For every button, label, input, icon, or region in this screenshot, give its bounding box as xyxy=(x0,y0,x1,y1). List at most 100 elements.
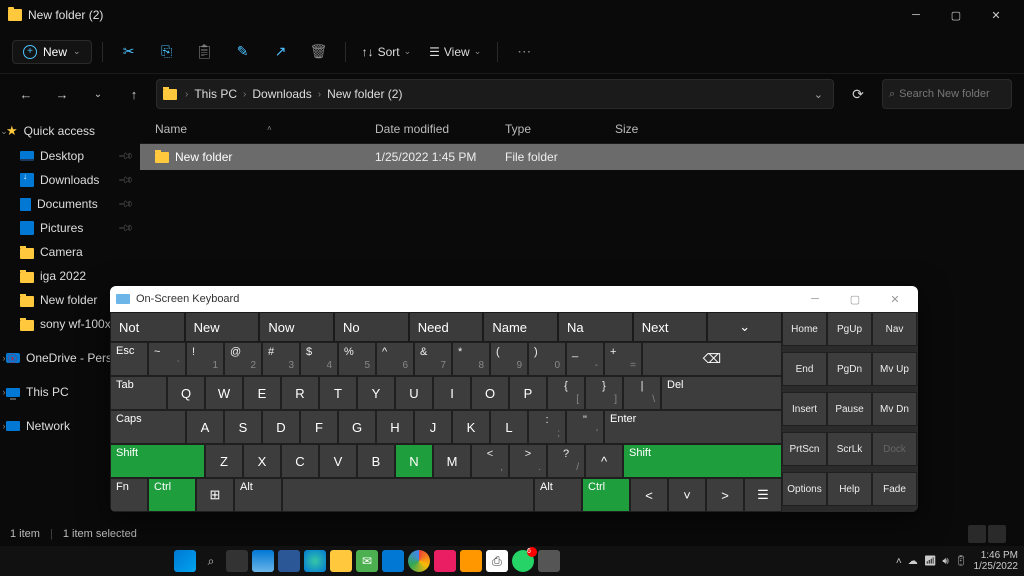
osk-key-left[interactable]: < xyxy=(630,478,668,512)
osk-key[interactable]: %5 xyxy=(338,342,376,376)
osk-key[interactable]: D xyxy=(262,410,300,444)
osk-key[interactable]: *8 xyxy=(452,342,490,376)
taskview-button[interactable] xyxy=(226,550,248,572)
chevron-up-icon[interactable]: ˄ xyxy=(896,556,902,567)
osk-key-ctrl-right[interactable]: Ctrl xyxy=(582,478,630,512)
osk-key-del[interactable]: Del xyxy=(661,376,782,410)
new-button[interactable]: + New ⌄ xyxy=(12,40,92,64)
osk-suggestion-toggle[interactable]: ⌄ xyxy=(707,312,782,342)
taskbar-app[interactable]: ⎙ xyxy=(486,550,508,572)
taskbar-app[interactable] xyxy=(460,550,482,572)
osk-key[interactable]: &7 xyxy=(414,342,452,376)
clock[interactable]: 1:46 PM 1/25/2022 xyxy=(973,550,1018,572)
col-date[interactable]: Date modified xyxy=(375,122,505,136)
osk-key[interactable]: <, xyxy=(471,444,509,478)
osk-suggestion[interactable]: No xyxy=(334,312,409,342)
osk-key[interactable]: {[ xyxy=(547,376,585,410)
osk-key[interactable]: }] xyxy=(585,376,623,410)
osk-key[interactable]: _- xyxy=(566,342,604,376)
osk-key-shift-left[interactable]: Shift xyxy=(110,444,205,478)
osk-key[interactable]: R xyxy=(281,376,319,410)
sidebar-item-pictures[interactable]: Pictures📌︎ xyxy=(0,216,140,240)
cut-icon[interactable]: ✂ xyxy=(113,38,145,66)
osk-key[interactable]: >. xyxy=(509,444,547,478)
file-row[interactable]: New folder 1/25/2022 1:45 PM File folder xyxy=(140,144,1024,170)
osk-key[interactable]: ?/ xyxy=(547,444,585,478)
start-button[interactable] xyxy=(174,550,196,572)
osk-key[interactable]: U xyxy=(395,376,433,410)
osk-key[interactable]: W xyxy=(205,376,243,410)
osk-key[interactable]: N xyxy=(395,444,433,478)
osk-key[interactable]: G xyxy=(338,410,376,444)
osk-key[interactable]: $4 xyxy=(300,342,338,376)
osk-key-end[interactable]: End xyxy=(782,352,827,386)
sidebar-item-downloads[interactable]: Downloads📌︎ xyxy=(0,168,140,192)
osk-key[interactable]: ~` xyxy=(148,342,186,376)
osk-close-button[interactable]: ✕ xyxy=(878,293,912,306)
osk-key-options[interactable]: Options xyxy=(782,472,827,506)
osk-suggestion[interactable]: Now xyxy=(259,312,334,342)
osk-titlebar[interactable]: On-Screen Keyboard ─ ▢ ✕ xyxy=(110,286,918,312)
taskbar-app[interactable] xyxy=(278,550,300,572)
minimize-button[interactable]: ─ xyxy=(896,1,936,29)
osk-key-shift-right[interactable]: Shift xyxy=(623,444,782,478)
osk-key[interactable]: ^ xyxy=(585,444,623,478)
osk-key[interactable]: (9 xyxy=(490,342,528,376)
copy-icon[interactable]: ⎘ xyxy=(151,38,183,66)
sidebar-quick-access[interactable]: ★ Quick access xyxy=(0,118,140,144)
osk-key-help[interactable]: Help xyxy=(827,472,872,506)
osk-key[interactable]: :; xyxy=(528,410,566,444)
close-button[interactable]: ✕ xyxy=(976,1,1016,29)
osk-key[interactable]: Q xyxy=(167,376,205,410)
osk-key[interactable]: O xyxy=(471,376,509,410)
breadcrumb-item[interactable]: This PC xyxy=(194,87,237,101)
view-button[interactable]: ☰ View ⌄ xyxy=(423,45,487,59)
osk-key-prtscn[interactable]: PrtScn xyxy=(782,432,827,466)
osk-key-menu[interactable]: ☰ xyxy=(744,478,782,512)
osk-key[interactable]: )0 xyxy=(528,342,566,376)
osk-key-down[interactable]: ˅ xyxy=(668,478,706,512)
osk-key-right[interactable]: > xyxy=(706,478,744,512)
refresh-button[interactable]: ⟳ xyxy=(842,79,874,109)
battery-icon[interactable]: 🔋︎ xyxy=(955,556,968,567)
osk-key-space[interactable] xyxy=(282,478,534,512)
osk-key[interactable]: C xyxy=(281,444,319,478)
search-input[interactable]: ⌕ Search New folder xyxy=(882,79,1012,109)
system-tray[interactable]: ˄ ☁ 📶︎ 🔊︎ 🔋︎ 1:46 PM 1/25/2022 xyxy=(896,550,1018,572)
osk-key-mvdn[interactable]: Mv Dn xyxy=(872,392,917,426)
sidebar-item-camera[interactable]: Camera xyxy=(0,240,140,264)
osk-key[interactable]: P xyxy=(509,376,547,410)
breadcrumb-item[interactable]: Downloads xyxy=(252,87,311,101)
volume-icon[interactable]: 🔊︎ xyxy=(942,556,948,567)
osk-key[interactable]: Z xyxy=(205,444,243,478)
sidebar-item-iga[interactable]: iga 2022 xyxy=(0,264,140,288)
forward-button[interactable]: → xyxy=(48,80,76,108)
osk-key[interactable]: X xyxy=(243,444,281,478)
sort-button[interactable]: ↑↓ Sort ⌄ xyxy=(356,45,418,59)
osk-key-caps[interactable]: Caps xyxy=(110,410,186,444)
osk-key-nav[interactable]: Nav xyxy=(872,312,917,346)
address-bar[interactable]: › This PC › Downloads › New folder (2) ⌄ xyxy=(156,79,834,109)
view-icons-button[interactable] xyxy=(988,525,1006,543)
col-name[interactable]: Name˄ xyxy=(140,122,375,136)
osk-key-enter[interactable]: Enter xyxy=(604,410,782,444)
osk-suggestion[interactable]: Na xyxy=(558,312,633,342)
osk-key[interactable]: !1 xyxy=(186,342,224,376)
osk-suggestion[interactable]: Not xyxy=(110,312,185,342)
osk-key-home[interactable]: Home xyxy=(782,312,827,346)
taskbar-edge[interactable] xyxy=(304,550,326,572)
osk-key[interactable]: J xyxy=(414,410,452,444)
osk-key[interactable]: #3 xyxy=(262,342,300,376)
paste-icon[interactable]: 📋︎ xyxy=(189,38,221,66)
maximize-button[interactable]: ▢ xyxy=(936,1,976,29)
taskbar-explorer[interactable] xyxy=(330,550,352,572)
osk-suggestion[interactable]: New xyxy=(185,312,260,342)
osk-key[interactable]: B xyxy=(357,444,395,478)
breadcrumb-item[interactable]: New folder (2) xyxy=(327,87,402,101)
osk-key[interactable]: S xyxy=(224,410,262,444)
search-button[interactable]: ⌕ xyxy=(200,550,222,572)
chevron-down-icon[interactable]: ⌄ xyxy=(814,88,827,101)
osk-suggestion[interactable]: Next xyxy=(633,312,708,342)
osk-key-backspace[interactable]: ⌫ xyxy=(642,342,782,376)
osk-key-esc[interactable]: Esc xyxy=(110,342,148,376)
